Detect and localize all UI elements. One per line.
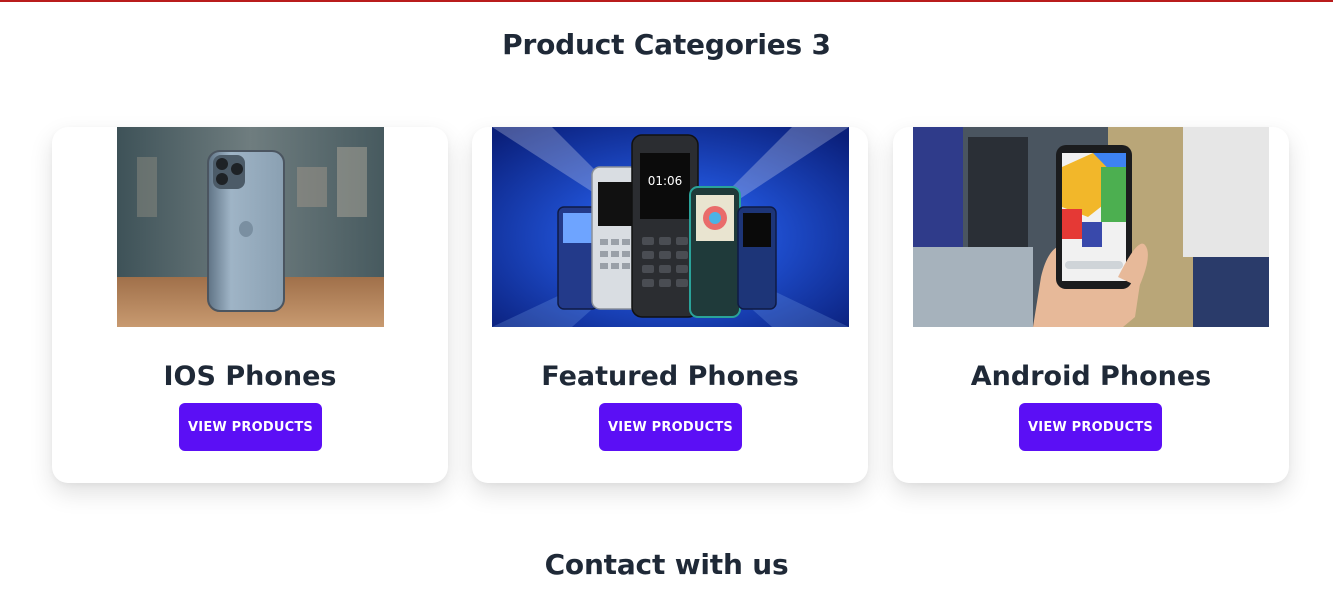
view-products-button-ios[interactable]: VIEW PRODUCTS — [179, 403, 322, 451]
section-title: Product Categories 3 — [502, 28, 831, 61]
category-name: Featured Phones — [541, 361, 799, 392]
svg-text:01:06: 01:06 — [648, 174, 683, 188]
category-name: Android Phones — [970, 361, 1212, 392]
category-name: IOS Phones — [163, 361, 337, 392]
category-card-android: Android Phones VIEW PRODUCTS — [893, 127, 1289, 483]
view-products-button-featured[interactable]: VIEW PRODUCTS — [599, 403, 742, 451]
feature-phones-image: 01:06 — [492, 127, 849, 327]
android-phone-image — [913, 127, 1269, 327]
top-accent-rule — [0, 0, 1333, 2]
category-card-featured: 01:06 Featured Phones VIEW PRODUCTS — [472, 127, 868, 483]
iphone-image — [117, 127, 384, 327]
view-products-button-android[interactable]: VIEW PRODUCTS — [1019, 403, 1162, 451]
contact-section-title: Contact with us — [544, 548, 789, 581]
category-card-ios: IOS Phones VIEW PRODUCTS — [52, 127, 448, 483]
